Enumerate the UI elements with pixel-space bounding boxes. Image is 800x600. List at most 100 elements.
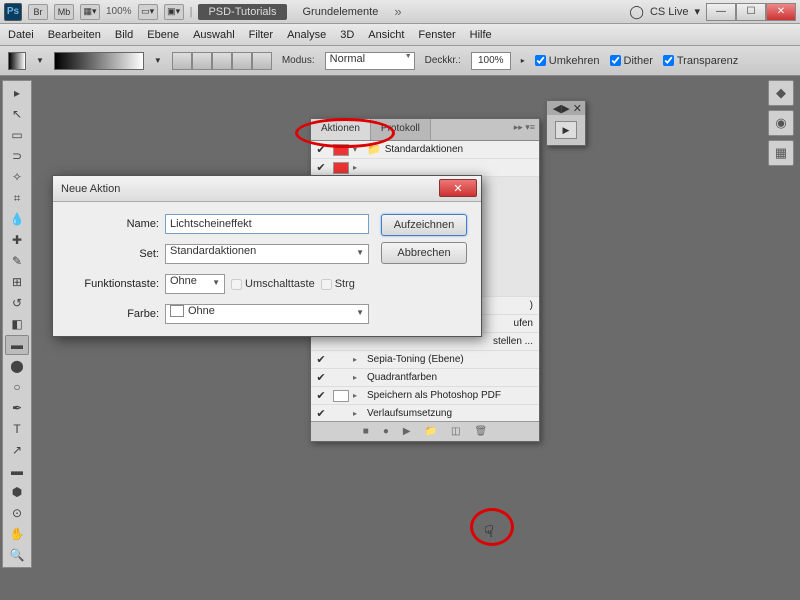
floating-panel[interactable]: ◀▶ ✕ ▶ [546, 100, 586, 146]
color-select[interactable]: Ohne [165, 304, 369, 324]
gradient-types[interactable] [172, 52, 272, 70]
heal-tool[interactable]: ✚ [5, 230, 29, 250]
tools-panel: ▸ ↖ ▭ ⊃ ✧ ⌗ 💧 ✚ ✎ ⊞ ↺ ◧ ▬ ⬤ ○ ✒ T ↗ ▬ ⬢ … [2, 80, 32, 568]
shift-checkbox: Umschalttaste [231, 278, 315, 290]
menubar: Datei Bearbeiten Bild Ebene Auswahl Filt… [0, 24, 800, 46]
panel-menu-icon[interactable]: ▸▸ ▾≡ [514, 122, 535, 133]
viewmode-icon[interactable]: ▦▾ [80, 4, 100, 20]
brush-tool[interactable]: ✎ [5, 251, 29, 271]
dialog-close-button[interactable]: ✕ [439, 179, 477, 197]
gradient-tool[interactable]: ▬ [5, 335, 29, 355]
options-bar: ▼ ▼ Modus: Normal Deckkr.: 100% ▸ Umkehr… [0, 46, 800, 76]
menu-datei[interactable]: Datei [8, 29, 34, 41]
cancel-button[interactable]: Abbrechen [381, 242, 467, 264]
cursor-icon: ☟ [484, 522, 494, 542]
doc-tab-1[interactable]: PSD-Tutorials [198, 4, 286, 20]
menu-filter[interactable]: Filter [249, 29, 273, 41]
close-button[interactable]: ✕ [766, 3, 796, 21]
tab-protokoll[interactable]: Protokoll [371, 119, 431, 140]
pen-tool[interactable]: ✒ [5, 398, 29, 418]
chk-umkehren[interactable]: Umkehren [535, 55, 600, 67]
eyedropper-tool[interactable]: 💧 [5, 209, 29, 229]
tool-preset-icon[interactable] [8, 52, 26, 70]
wand-tool[interactable]: ✧ [5, 167, 29, 187]
zoom-level[interactable]: 100% [106, 6, 132, 17]
expand-icon[interactable]: ▸ [5, 83, 29, 103]
dodge-tool[interactable]: ○ [5, 377, 29, 397]
blur-tool[interactable]: ⬤ [5, 356, 29, 376]
set-label: Set: [67, 248, 159, 260]
menu-auswahl[interactable]: Auswahl [193, 29, 235, 41]
menu-hilfe[interactable]: Hilfe [470, 29, 492, 41]
screenmode-icon[interactable]: ▣▾ [164, 4, 184, 20]
action-item[interactable]: Quadrantfarben [367, 372, 537, 383]
action-item[interactable]: Speichern als Photoshop PDF [367, 390, 537, 401]
fkey-label: Funktionstaste: [67, 278, 159, 290]
action-item[interactable]: Sepia-Toning (Ebene) [367, 354, 537, 365]
crop-tool[interactable]: ⌗ [5, 188, 29, 208]
menu-analyse[interactable]: Analyse [287, 29, 326, 41]
color-panel-icon[interactable]: ◆ [768, 80, 794, 106]
zoom-tool[interactable]: 🔍 [5, 545, 29, 565]
history-brush-tool[interactable]: ↺ [5, 293, 29, 313]
swatches-panel-icon[interactable]: ◉ [768, 110, 794, 136]
right-panels: ◆ ◉ ▦ [768, 80, 798, 166]
eraser-tool[interactable]: ◧ [5, 314, 29, 334]
record-button[interactable]: Aufzeichnen [381, 214, 467, 236]
name-label: Name: [67, 218, 159, 230]
marquee-tool[interactable]: ▭ [5, 125, 29, 145]
3d-tool[interactable]: ⬢ [5, 482, 29, 502]
record-icon[interactable]: ● [383, 426, 389, 437]
menu-bearbeiten[interactable]: Bearbeiten [48, 29, 101, 41]
lasso-tool[interactable]: ⊃ [5, 146, 29, 166]
modus-label: Modus: [282, 55, 315, 66]
play-icon[interactable]: ▶ [403, 426, 411, 437]
modus-select[interactable]: Normal [325, 52, 415, 70]
trash-icon[interactable]: 🗑 [475, 426, 488, 437]
bridge-icon[interactable]: Br [28, 4, 48, 20]
chk-dither[interactable]: Dither [610, 55, 653, 67]
hand-tool[interactable]: ✋ [5, 524, 29, 544]
overflow-icon[interactable]: » [394, 4, 401, 19]
stop-icon[interactable]: ■ [363, 426, 369, 437]
menu-fenster[interactable]: Fenster [418, 29, 455, 41]
minimize-button[interactable]: — [706, 3, 736, 21]
path-tool[interactable]: ↗ [5, 440, 29, 460]
minibridge-icon[interactable]: Mb [54, 4, 74, 20]
new-action-icon[interactable]: ◫ [451, 426, 460, 437]
stamp-tool[interactable]: ⊞ [5, 272, 29, 292]
fkey-select[interactable]: Ohne [165, 274, 225, 294]
arrange-icon[interactable]: ▭▾ [138, 4, 158, 20]
panel-collapse-icon[interactable]: ◀▶ ✕ [553, 102, 582, 115]
action-item[interactable]: Verlaufsumsetzung [367, 408, 537, 419]
color-label: Farbe: [67, 308, 159, 320]
set-select[interactable]: Standardaktionen [165, 244, 369, 264]
maximize-button[interactable]: ☐ [736, 3, 766, 21]
action-folder[interactable]: Standardaktionen [385, 144, 537, 155]
play-button-icon[interactable]: ▶ [555, 121, 577, 139]
move-tool[interactable]: ↖ [5, 104, 29, 124]
new-action-dialog: Neue Aktion ✕ Name: Set: Standardaktione… [52, 175, 482, 337]
titlebar: Ps Br Mb ▦▾ 100% ▭▾ ▣▾ | PSD-Tutorials G… [0, 0, 800, 24]
folder-new-icon[interactable]: 📁 [425, 426, 437, 437]
camera-tool[interactable]: ⊙ [5, 503, 29, 523]
name-input[interactable] [165, 214, 369, 234]
tab-aktionen[interactable]: Aktionen [311, 119, 371, 140]
menu-3d[interactable]: 3D [340, 29, 354, 41]
dialog-title: Neue Aktion [61, 183, 120, 195]
cslive-link[interactable]: CS Live [650, 6, 689, 18]
layers-panel-icon[interactable]: ▦ [768, 140, 794, 166]
menu-ebene[interactable]: Ebene [147, 29, 179, 41]
ps-logo-icon: Ps [4, 3, 22, 21]
menu-ansicht[interactable]: Ansicht [368, 29, 404, 41]
ctrl-checkbox: Strg [321, 278, 355, 290]
deckkr-input[interactable]: 100% [471, 52, 511, 70]
doc-tab-2[interactable]: Grundelemente [293, 4, 389, 20]
shape-tool[interactable]: ▬ [5, 461, 29, 481]
type-tool[interactable]: T [5, 419, 29, 439]
gradient-preview[interactable] [54, 52, 144, 70]
menu-bild[interactable]: Bild [115, 29, 133, 41]
annotation-ellipse-2 [470, 508, 514, 546]
deckkr-label: Deckkr.: [425, 55, 461, 66]
chk-transparenz[interactable]: Transparenz [663, 55, 738, 67]
